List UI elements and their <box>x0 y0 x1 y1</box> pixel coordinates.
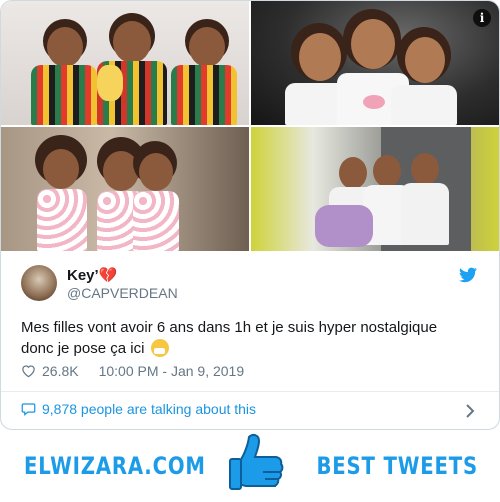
divider <box>1 391 499 392</box>
footer-banner: ELWIZARA.COM BEST TWEETS <box>0 430 500 502</box>
photo-3[interactable] <box>1 127 249 251</box>
photo-4[interactable] <box>251 127 499 251</box>
like-count[interactable]: 26.8K <box>42 363 79 379</box>
user-handle[interactable]: @CAPVERDEAN <box>67 285 178 301</box>
photo-2[interactable]: i <box>251 1 499 125</box>
photo-1[interactable] <box>1 1 249 125</box>
conversation-link[interactable]: 9,878 people are talking about this <box>21 401 256 417</box>
info-icon[interactable]: i <box>473 9 491 27</box>
banner-tagline: BEST TWEETS <box>316 452 478 480</box>
display-name[interactable]: Key’💔 <box>67 266 117 284</box>
conversation-count[interactable]: 9,878 people are talking about this <box>42 401 256 417</box>
speech-bubble-icon <box>21 403 36 416</box>
tweet-card: i Key’💔 @CAPVERDEAN Mes filles vont avoi… <box>0 0 500 430</box>
thumbs-up-icon <box>229 433 284 490</box>
tweet-meta: 26.8K 10:00 PM - Jan 9, 2019 <box>21 363 244 379</box>
avatar[interactable] <box>21 265 57 301</box>
tweet-text-line-2-row: donc je pose ça ici <box>21 338 481 359</box>
photo-grid: i <box>1 1 499 251</box>
heart-icon[interactable] <box>21 364 36 378</box>
tweet-timestamp[interactable]: 10:00 PM - Jan 9, 2019 <box>99 363 245 379</box>
tweet-text-line-2: donc je pose ça ici <box>21 340 145 357</box>
site-name[interactable]: ELWIZARA.COM <box>24 452 206 480</box>
tweet-text-line-1: Mes filles vont avoir 6 ans dans 1h et j… <box>21 319 438 336</box>
chevron-right-icon[interactable] <box>465 404 475 418</box>
sneeze-emoji-icon <box>150 339 169 357</box>
twitter-bird-icon[interactable] <box>459 267 477 283</box>
tweet-text: Mes filles vont avoir 6 ans dans 1h et j… <box>21 317 481 359</box>
